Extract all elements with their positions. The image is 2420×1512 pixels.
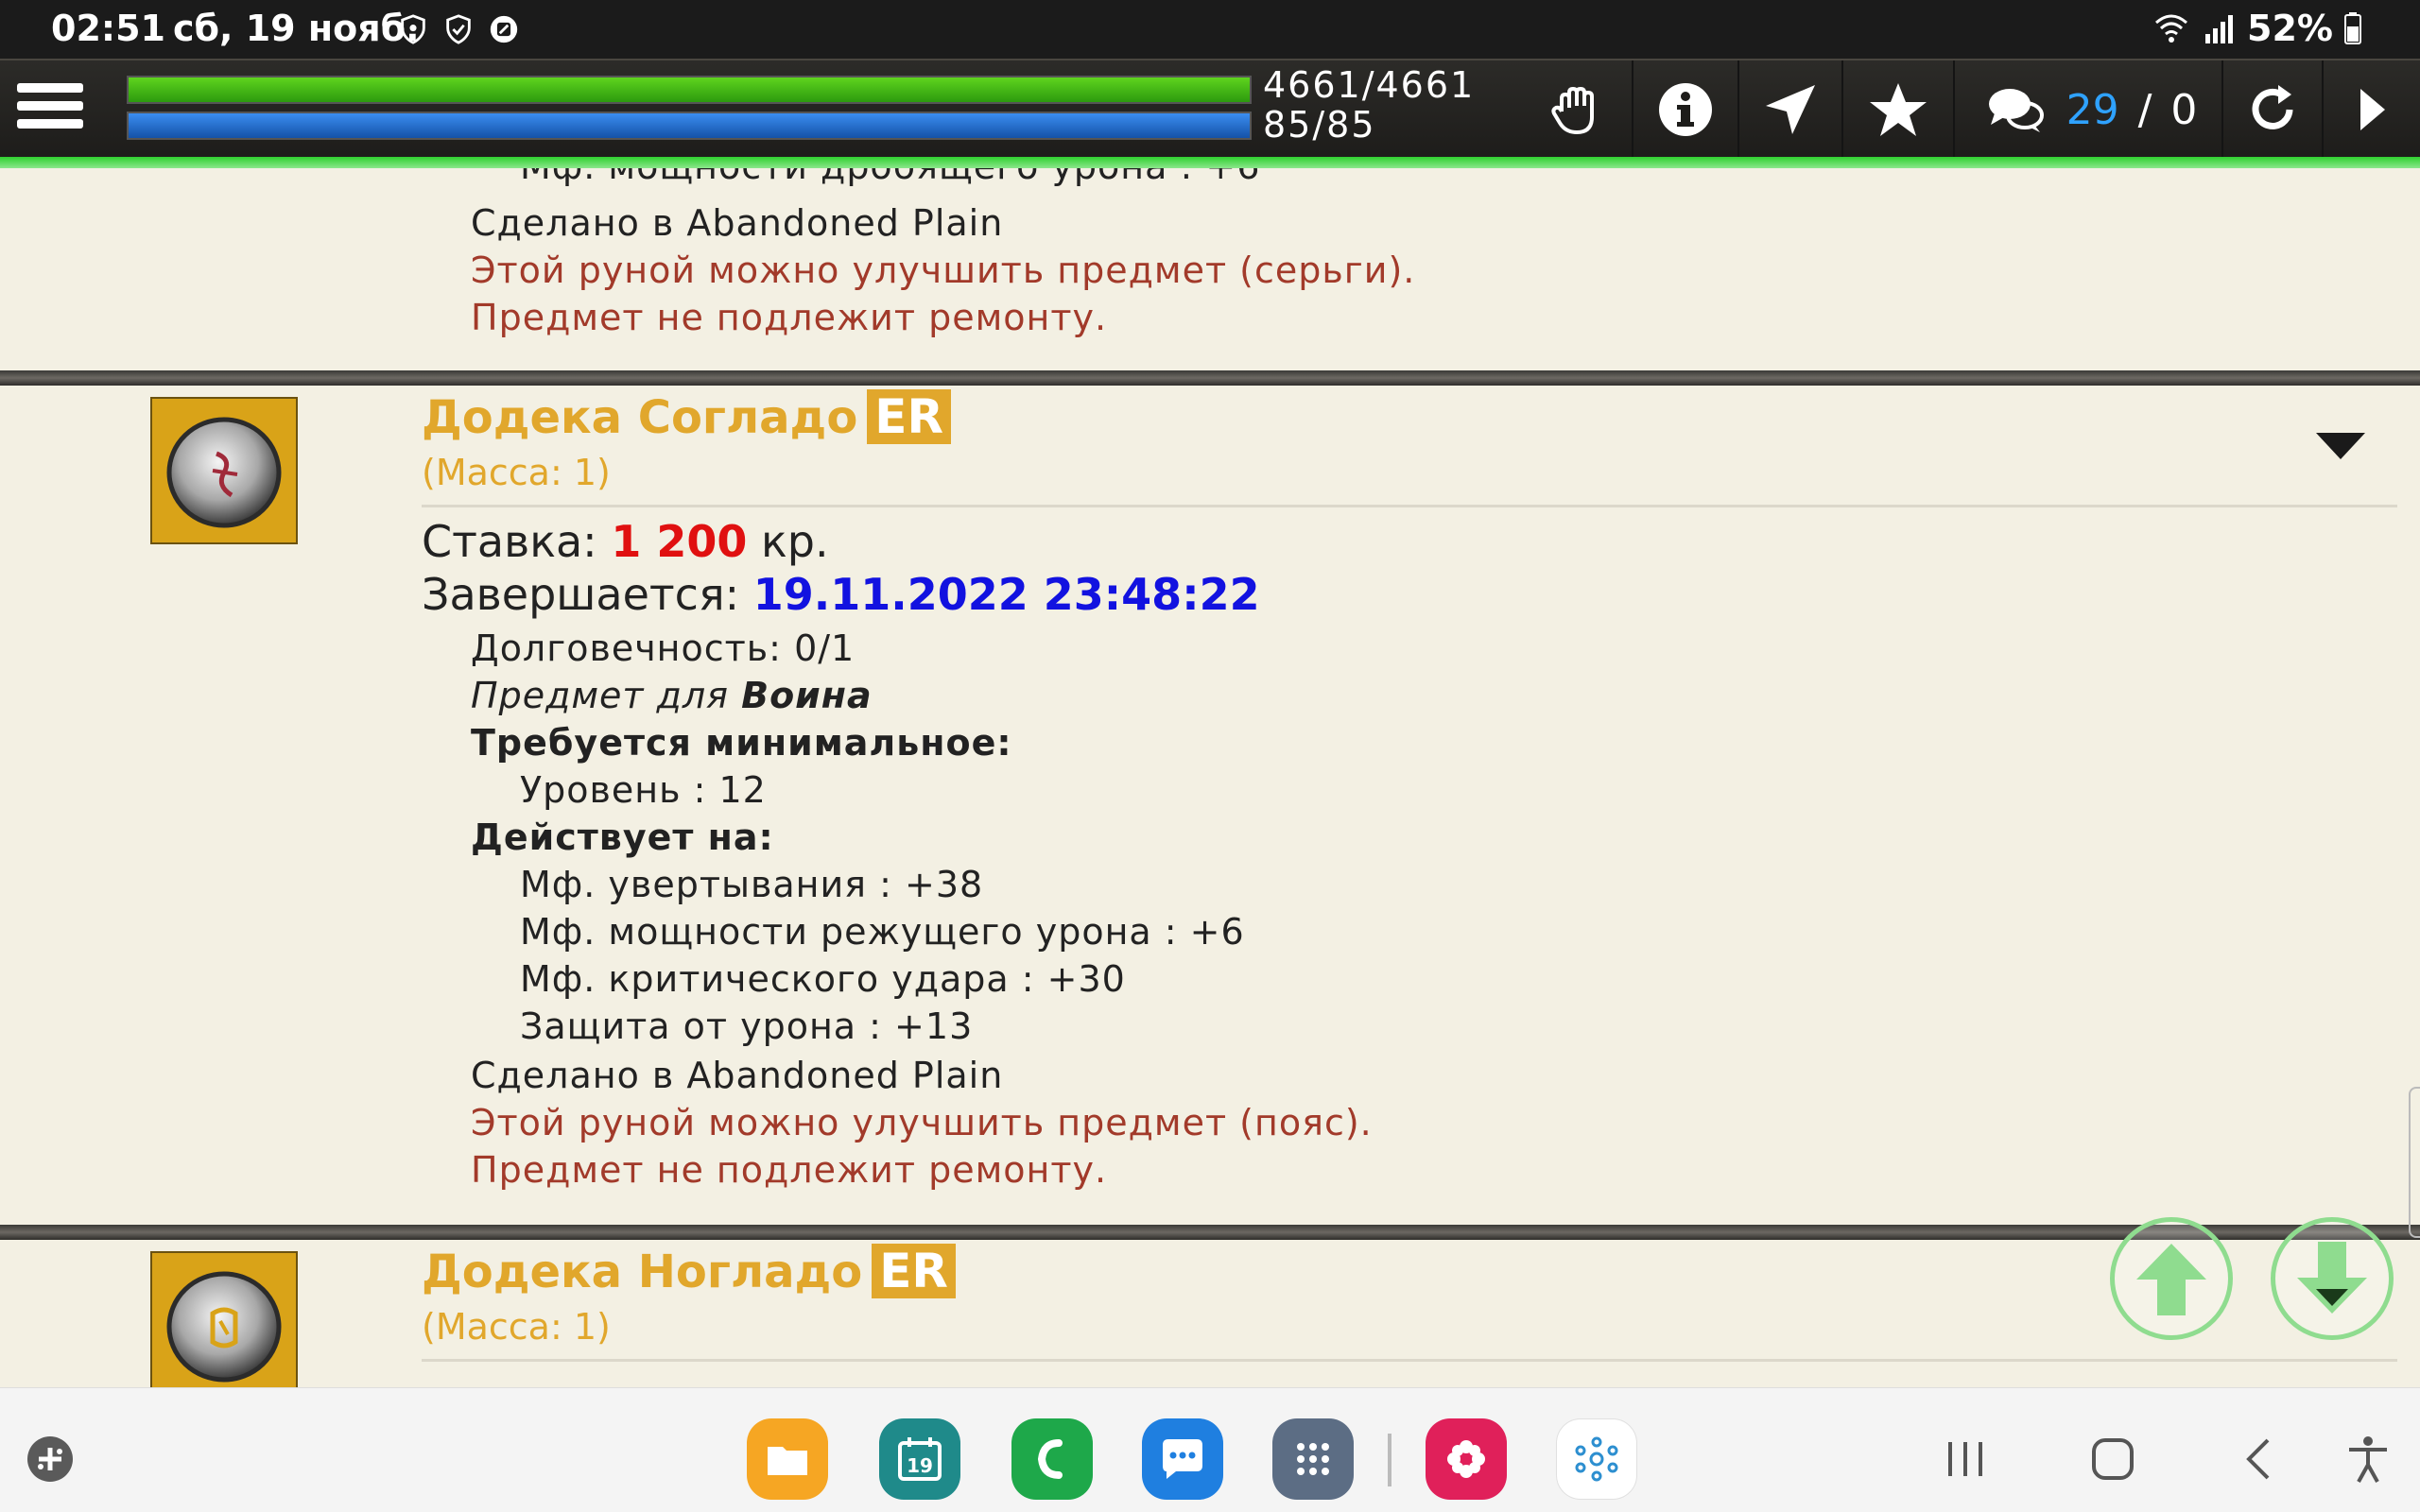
- calendar-icon[interactable]: 19: [879, 1418, 960, 1500]
- next-item-title[interactable]: Додека Ногладо ER: [422, 1244, 956, 1298]
- refresh-icon[interactable]: [2221, 60, 2322, 159]
- chat-private-count: 0: [2170, 85, 2198, 134]
- hp-bar-fill: [129, 77, 1250, 102]
- network-app-icon[interactable]: [1556, 1418, 1637, 1500]
- my-files-icon[interactable]: [747, 1418, 828, 1500]
- effect-line: Мф. увертывания : +38: [520, 864, 984, 905]
- shield-check-icon: [446, 14, 471, 44]
- requirement-level: Уровень : 12: [520, 769, 767, 811]
- hp-bar: [127, 76, 1252, 104]
- rune-stone-icon: [166, 1271, 282, 1383]
- item-image[interactable]: [150, 397, 298, 544]
- mana-bar: [127, 112, 1252, 140]
- messages-icon[interactable]: [1142, 1418, 1223, 1500]
- recents-icon[interactable]: [1932, 1426, 1998, 1492]
- dock-separator: [1388, 1434, 1392, 1486]
- er-badge: ER: [867, 389, 951, 444]
- navigate-arrow-icon[interactable]: [1737, 60, 1841, 159]
- bid-line: Ставка: 1 200 кр.: [422, 516, 829, 567]
- star-icon[interactable]: [1841, 60, 1953, 159]
- arrow-down-icon: [2297, 1242, 2367, 1314]
- back-icon[interactable]: [2227, 1426, 2293, 1492]
- prev-item-effect: Мф. мощности дробящего урона : +6: [520, 168, 1260, 187]
- item-mass: (Масса: 1): [422, 452, 611, 493]
- mana-text: 85/85: [1263, 104, 1376, 146]
- next-item-name[interactable]: Додека Ногладо: [422, 1246, 862, 1298]
- scroll-down-button[interactable]: [2271, 1217, 2394, 1340]
- edge-panel-handle[interactable]: [2409, 1087, 2420, 1238]
- row-divider: [0, 370, 2420, 386]
- prev-item-repair-note: Предмет не подлежит ремонту.: [471, 297, 1108, 338]
- arrow-up-icon: [2136, 1244, 2206, 1315]
- info-icon[interactable]: [1632, 60, 1737, 159]
- effect-line: Мф. мощности режущего урона : +6: [520, 911, 1245, 953]
- item-header-separator: [422, 505, 2397, 507]
- item-class-line: Предмет для Воина: [471, 675, 873, 716]
- accessibility-icon[interactable]: [2335, 1426, 2401, 1492]
- apps-grid-icon[interactable]: [1272, 1418, 1354, 1500]
- hand-icon[interactable]: [1522, 60, 1632, 159]
- status-bar: 02:51 сб, 19 нояб. 52%: [0, 0, 2420, 59]
- chat-button[interactable]: 29 / 0: [1953, 60, 2221, 159]
- progress-line: [0, 157, 2420, 168]
- chat-separator: /: [2137, 85, 2152, 134]
- system-status: 52%: [2152, 8, 2363, 49]
- effect-line: Мф. критического удара : +30: [520, 958, 1126, 1000]
- mana-bar-fill: [129, 113, 1250, 138]
- calendar-day: 19: [907, 1454, 933, 1477]
- hp-text: 4661/4661: [1263, 64, 1476, 106]
- item-rune-note: Этой руной можно улучшить предмет (пояс)…: [471, 1102, 1373, 1143]
- er-badge: ER: [872, 1244, 956, 1298]
- effects-header: Действует на:: [471, 816, 774, 858]
- game-launcher-icon[interactable]: [17, 1426, 83, 1492]
- flower-app-icon[interactable]: [1426, 1418, 1507, 1500]
- notification-icons: [397, 13, 520, 45]
- item-class-prefix: Предмет для: [471, 675, 742, 716]
- ends-value: 19.11.2022 23:48:22: [752, 569, 1260, 620]
- screen-record-icon: [490, 15, 518, 43]
- date: сб, 19 нояб.: [173, 8, 420, 49]
- effect-line: Защита от урона : +13: [520, 1005, 974, 1047]
- item-class: Воина: [741, 675, 873, 716]
- row-divider: [0, 1225, 2420, 1240]
- ends-label: Завершается:: [422, 569, 753, 620]
- chevron-down-icon[interactable]: [2314, 431, 2367, 461]
- menu-icon[interactable]: [17, 76, 83, 144]
- prev-item-rune-note: Этой руной можно улучшить предмет (серьг…: [471, 249, 1416, 291]
- play-right-icon[interactable]: [2322, 60, 2420, 159]
- phone-icon[interactable]: [1011, 1418, 1093, 1500]
- scroll-up-button[interactable]: [2110, 1217, 2233, 1340]
- ends-line: Завершается: 19.11.2022 23:48:22: [422, 569, 1260, 620]
- bid-value: 1 200: [611, 516, 748, 567]
- prev-item-made-in: Сделано в Abandoned Plain: [471, 202, 1004, 244]
- battery-icon: [2344, 12, 2361, 44]
- battery-percent: 52%: [2247, 8, 2333, 49]
- wifi-icon: [2155, 14, 2188, 43]
- next-item-image[interactable]: [150, 1251, 298, 1387]
- item-repair-note: Предмет не подлежит ремонту.: [471, 1149, 1108, 1191]
- rune-stone-icon: [166, 417, 282, 528]
- game-toolbar: 4661/4661 85/85 29 / 0: [0, 59, 2420, 161]
- home-icon[interactable]: [2080, 1426, 2146, 1492]
- bid-unit: кр.: [747, 516, 829, 567]
- durability: Долговечность: 0/1: [471, 627, 856, 669]
- signal-icon: [2205, 15, 2234, 43]
- shield-icon: [401, 14, 425, 44]
- navigation-bar: 19: [0, 1387, 2420, 1512]
- auction-list[interactable]: Мф. мощности дробящего урона : +6 Сделан…: [0, 168, 2420, 1387]
- clock: 02:51: [51, 8, 165, 49]
- item-name[interactable]: Додека Согладо: [422, 391, 857, 444]
- bid-label: Ставка:: [422, 516, 612, 567]
- chat-bubbles-icon: [1988, 89, 2044, 132]
- requirements-header: Требуется минимальное:: [471, 722, 1012, 764]
- next-item-mass: (Масса: 1): [422, 1306, 611, 1348]
- item-header-separator: [422, 1359, 2397, 1362]
- item-title[interactable]: Додека Согладо ER: [422, 389, 951, 444]
- item-made-in: Сделано в Abandoned Plain: [471, 1055, 1004, 1096]
- chat-count: 29: [2066, 85, 2119, 134]
